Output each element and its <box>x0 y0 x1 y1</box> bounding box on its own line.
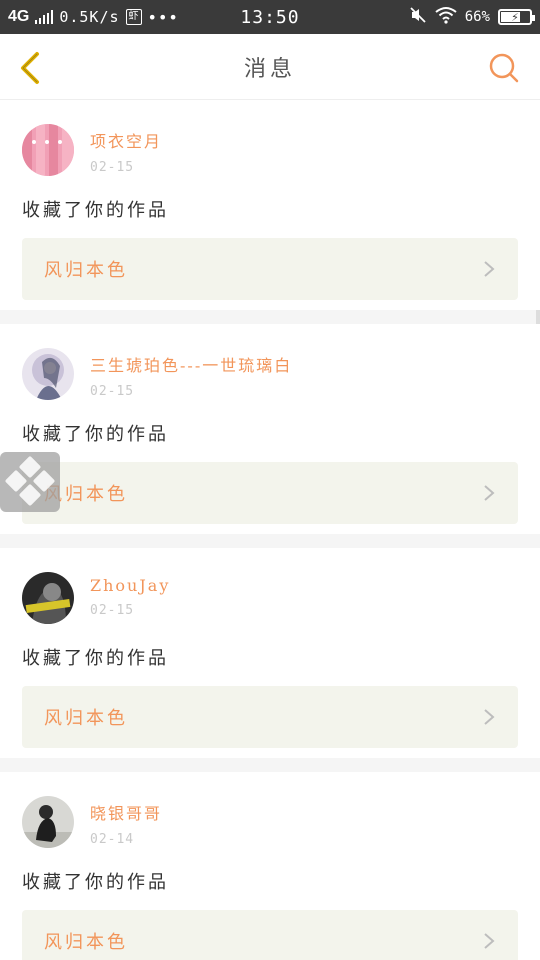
network-type: 4G <box>8 8 30 25</box>
username[interactable]: ZhouJay <box>90 576 170 595</box>
mute-icon <box>409 6 427 28</box>
work-title: 风归本色 <box>44 260 128 281</box>
avatar[interactable] <box>22 348 74 400</box>
message-date: 02-15 <box>90 384 135 399</box>
back-arrow-icon <box>21 52 39 84</box>
message-card: ZhouJay 02-15 收藏了你的作品 风归本色 <box>0 548 540 758</box>
avatar[interactable] <box>22 124 74 176</box>
message-card: 晓银哥哥 02-14 收藏了你的作品 风归本色 <box>0 772 540 960</box>
battery-percent: 66% <box>464 9 490 25</box>
work-link[interactable]: 风归本色 <box>22 462 518 524</box>
chevron-right-icon <box>484 709 495 725</box>
page-title: 消息 <box>243 56 296 82</box>
avatar[interactable] <box>22 796 74 848</box>
scrollbar[interactable] <box>536 310 540 324</box>
chevron-right-icon <box>484 261 495 277</box>
action-text: 收藏了你的作品 <box>22 872 169 893</box>
username[interactable]: 晓银哥哥 <box>90 800 162 824</box>
back-button[interactable] <box>10 48 50 88</box>
work-link[interactable]: 风归本色 <box>22 686 518 748</box>
assistive-touch-button[interactable] <box>0 452 60 512</box>
action-text: 收藏了你的作品 <box>22 200 169 221</box>
status-bar: 4G 0.5K/s 虾 ••• 13:50 66% ⚡ <box>0 0 540 34</box>
chevron-right-icon <box>484 933 495 949</box>
network-speed: 0.5K/s <box>59 8 120 26</box>
clock: 13:50 <box>240 6 300 28</box>
work-title: 风归本色 <box>44 932 128 953</box>
message-card: 项衣空月 02-15 收藏了你的作品 风归本色 <box>0 100 540 310</box>
chevron-right-icon <box>484 485 495 501</box>
work-title: 风归本色 <box>44 708 128 729</box>
search-icon[interactable] <box>488 52 520 84</box>
signal-icon <box>35 10 54 24</box>
nav-bar: 消息 <box>0 34 540 100</box>
avatar[interactable] <box>22 572 74 624</box>
action-text: 收藏了你的作品 <box>22 424 169 445</box>
message-date: 02-15 <box>90 603 135 618</box>
app-notification-icon: 虾 <box>125 9 142 25</box>
username[interactable]: 三生琥珀色---一世琉璃白 <box>90 352 292 376</box>
message-list: 项衣空月 02-15 收藏了你的作品 风归本色 三生琥珀色---一世琉璃白 02… <box>0 100 540 960</box>
wifi-icon <box>435 6 457 28</box>
battery-icon: ⚡ <box>498 9 535 25</box>
action-text: 收藏了你的作品 <box>22 648 169 669</box>
work-link[interactable]: 风归本色 <box>22 238 518 300</box>
username[interactable]: 项衣空月 <box>90 128 162 152</box>
message-date: 02-14 <box>90 832 135 847</box>
work-link[interactable]: 风归本色 <box>22 910 518 960</box>
more-notifications-icon: ••• <box>147 7 179 27</box>
message-date: 02-15 <box>90 160 135 175</box>
message-card: 三生琥珀色---一世琉璃白 02-15 收藏了你的作品 风归本色 <box>0 324 540 534</box>
